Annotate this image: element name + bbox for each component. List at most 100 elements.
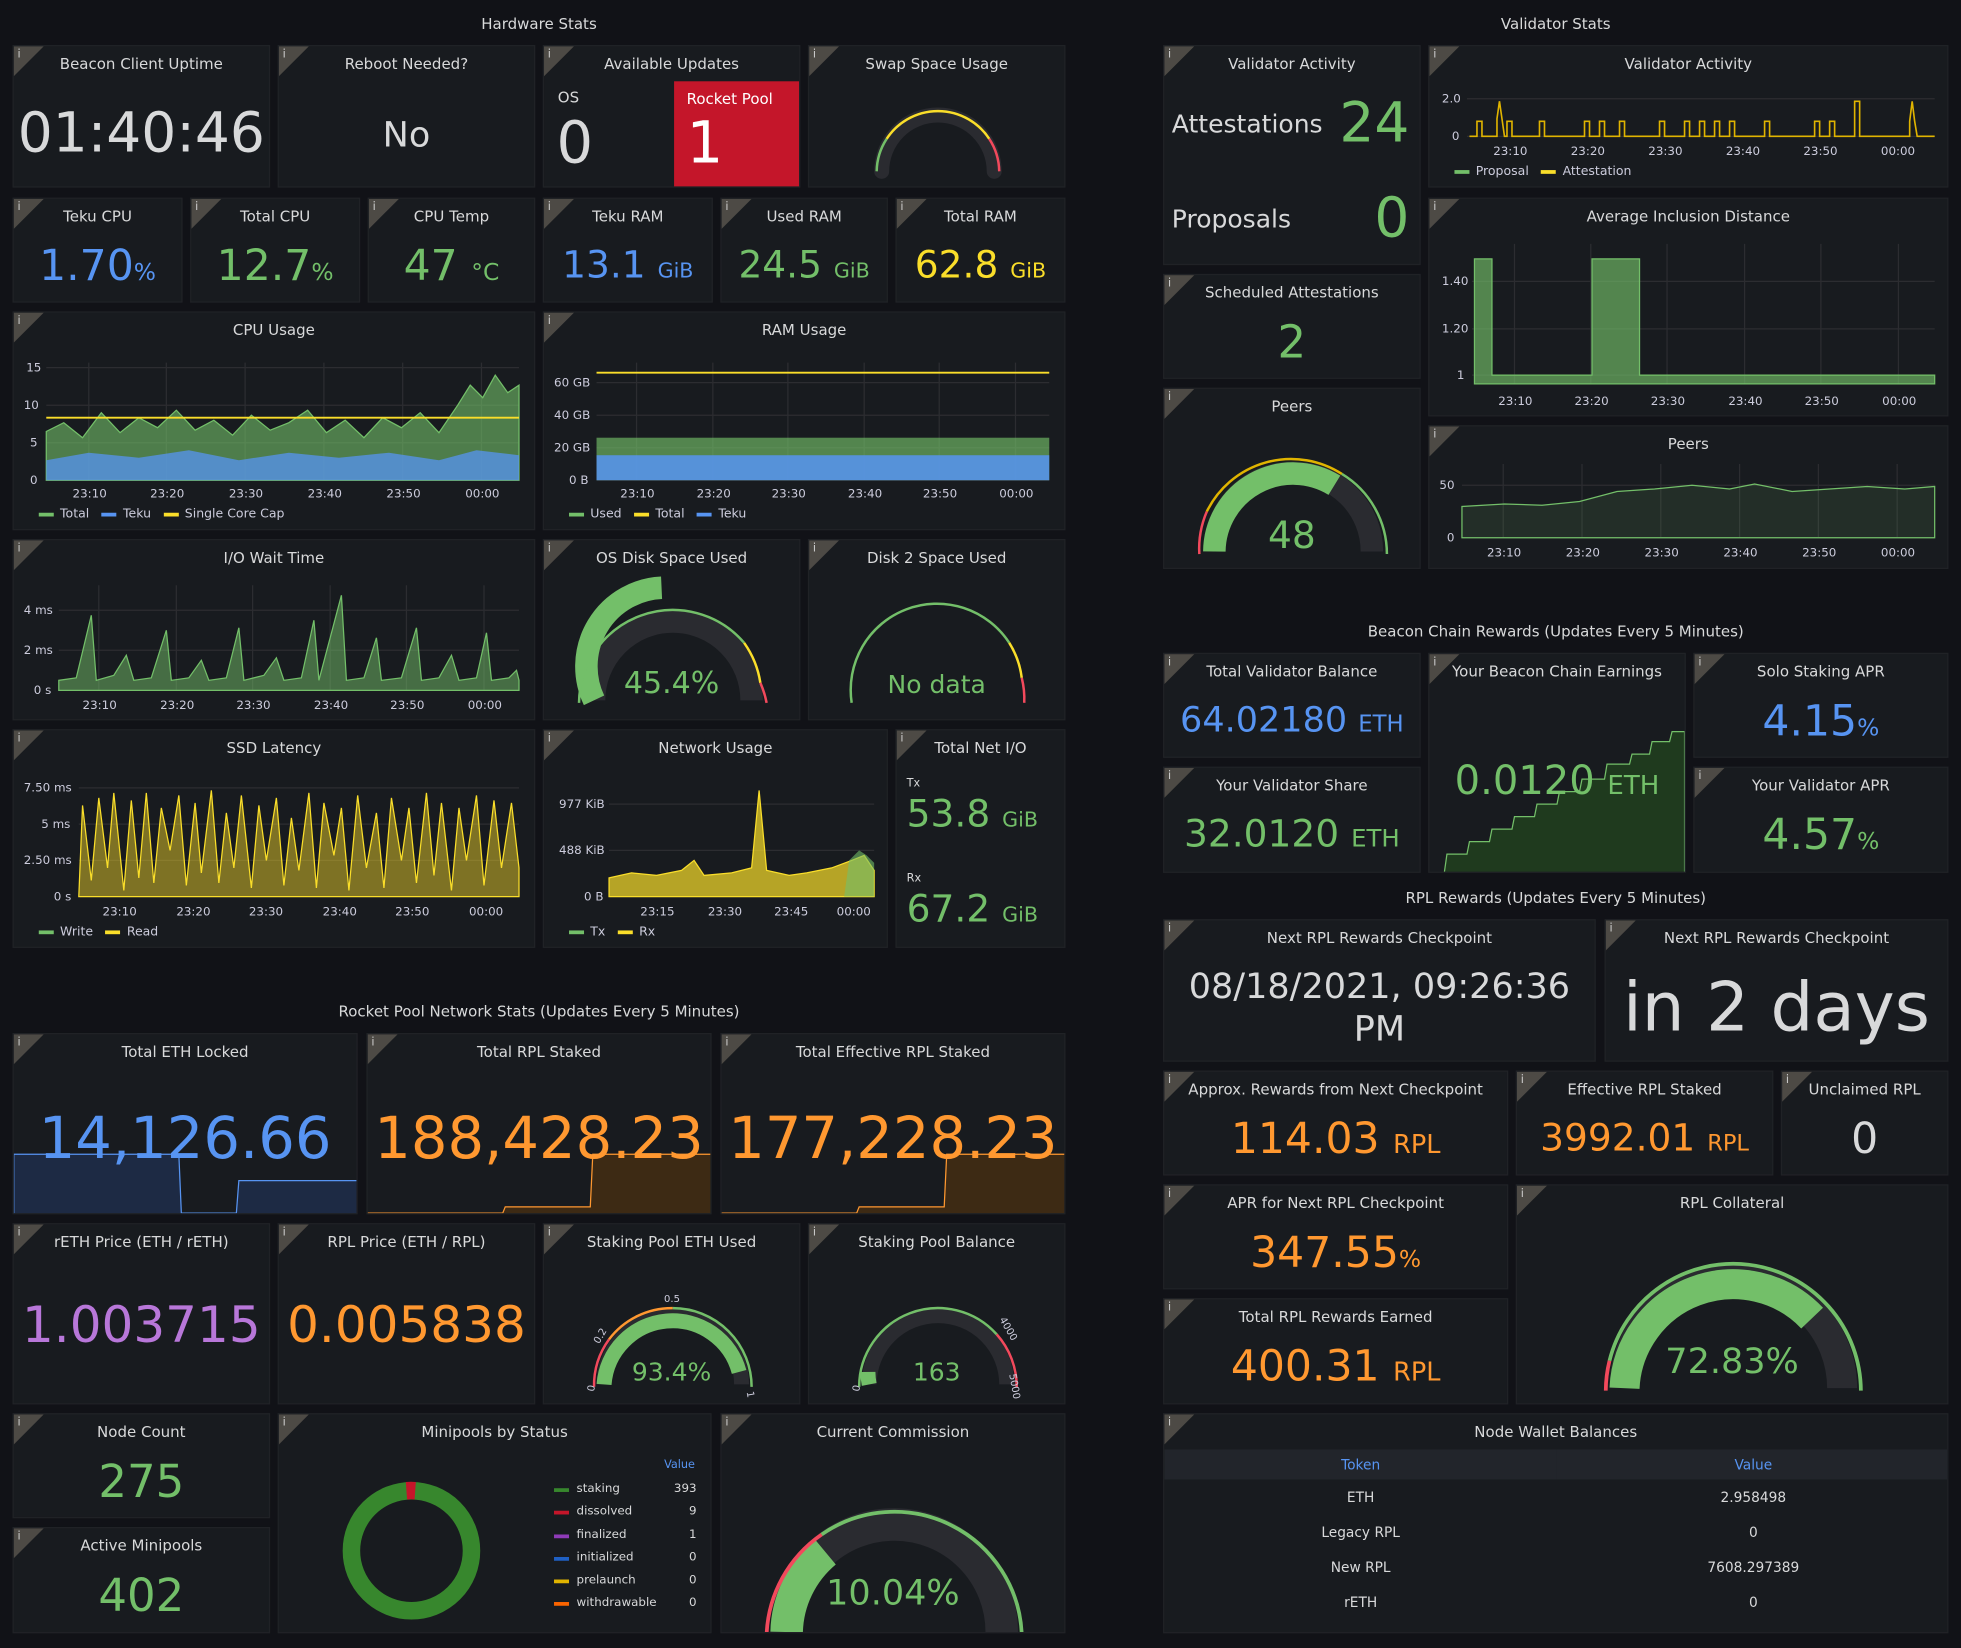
panel-inclusion-distance[interactable]: i Average Inclusion Distance 1.40 1.20 1… (1428, 197, 1949, 417)
stat-unit: % (133, 260, 156, 287)
x-tick: 23:50 (1805, 394, 1839, 408)
legend-item[interactable]: Total (38, 508, 89, 522)
legend-item[interactable]: Attestation (1541, 165, 1631, 179)
legend-item[interactable]: Rx (617, 925, 655, 939)
legend-item[interactable]: Tx (569, 925, 605, 939)
x-tick: 23:10 (73, 487, 107, 501)
panel-next-checkpoint-date[interactable]: i Next RPL Rewards Checkpoint 08/18/2021… (1163, 919, 1596, 1062)
panel-beacon-uptime[interactable]: i Beacon Client Uptime 01:40:46 (12, 45, 271, 188)
panel-ssd-latency[interactable]: i SSD Latency 7.50 ms 5 ms 2.50 ms 0 s 2… (12, 729, 536, 948)
legend-item-prelaunch[interactable]: prelaunch 0 (554, 1573, 702, 1596)
panel-total-effective-rpl[interactable]: i Total Effective RPL Staked 177,228.23 (720, 1032, 1066, 1215)
panel-peers-gauge[interactable]: i Peers 48 (1163, 387, 1421, 570)
panel-staking-pool-eth-used[interactable]: i Staking Pool ETH Used 0 0.2 0.5 1 93.4… (542, 1223, 801, 1405)
panel-rpl-apr[interactable]: i APR for Next RPL Checkpoint 347.55% (1163, 1184, 1509, 1290)
legend-item-finalized[interactable]: finalized 1 (554, 1528, 702, 1551)
panel-cpu-usage[interactable]: i CPU Usage 15 10 5 0 23:10 23:20 23:30 … (12, 311, 536, 531)
x-tick: 23:40 (323, 904, 357, 918)
legend-item[interactable]: Used (569, 508, 622, 522)
panel-reth-price[interactable]: i rETH Price (ETH / rETH) 1.003715 (12, 1223, 271, 1405)
value-cell: 0 (1748, 1523, 1758, 1541)
stat-value: 2 (1277, 317, 1307, 369)
legend-label: Proposal (1475, 165, 1529, 179)
section-rpl-rewards[interactable]: RPL Rewards (Updates Every 5 Minutes) (1163, 889, 1948, 907)
y-tick: 2.0 (1442, 92, 1461, 106)
y-tick: 977 KiB (559, 797, 605, 811)
panel-approx-rewards[interactable]: i Approx. Rewards from Next Checkpoint 1… (1163, 1070, 1509, 1176)
gauge-value: 163 (912, 1356, 961, 1387)
panel-total-net-io[interactable]: i Total Net I/O Tx 53.8 GiB Rx 67.2 GiB (895, 729, 1066, 948)
panel-title: Next RPL Rewards Checkpoint (1266, 929, 1493, 947)
token-cell: rETH (1344, 1593, 1378, 1611)
panel-next-checkpoint-relative[interactable]: i Next RPL Rewards Checkpoint in 2 days (1604, 919, 1949, 1062)
section-hardware-stats[interactable]: Hardware Stats (13, 15, 1066, 33)
panel-reboot-needed[interactable]: i Reboot Needed? No (277, 45, 536, 188)
panel-active-minipools[interactable]: i Active Minipools 402 (12, 1526, 271, 1634)
panel-total-validator-balance[interactable]: i Total Validator Balance 64.02180 ETH (1163, 652, 1421, 758)
panel-total-ram[interactable]: i Total RAM 62.8 GiB (895, 197, 1066, 303)
panel-teku-cpu[interactable]: i Teku CPU 1.70% (12, 197, 183, 303)
panel-total-rpl-staked[interactable]: i Total RPL Staked 188,428.23 (366, 1032, 712, 1215)
panel-node-count[interactable]: i Node Count 275 (12, 1413, 271, 1519)
panel-cpu-temp[interactable]: i CPU Temp 47 °C (367, 197, 536, 303)
legend-item[interactable]: Single Core Cap (163, 508, 284, 522)
panel-os-disk[interactable]: i OS Disk Space Used 45.4% (542, 539, 801, 721)
panel-io-wait[interactable]: i I/O Wait Time 4 ms 2 ms 0 s 23:10 23:2… (12, 539, 536, 721)
panel-validator-activity-chart[interactable]: i Validator Activity 2.0 0 23:10 23:20 2… (1428, 45, 1949, 188)
x-tick: 23:40 (1723, 546, 1757, 560)
section-beacon-rewards[interactable]: Beacon Chain Rewards (Updates Every 5 Mi… (1163, 623, 1948, 641)
panel-scheduled-attestations[interactable]: i Scheduled Attestations 2 (1163, 273, 1421, 379)
legend-item[interactable]: Proposal (1454, 165, 1529, 179)
panel-rpl-price[interactable]: i RPL Price (ETH / RPL) 0.005838 (277, 1223, 536, 1405)
panel-solo-apr[interactable]: i Solo Staking APR 4.15% (1693, 652, 1949, 758)
column-header-token[interactable]: Token (1164, 1449, 1557, 1479)
section-network-stats[interactable]: Rocket Pool Network Stats (Updates Every… (13, 1003, 1066, 1021)
panel-node-wallet-balances[interactable]: i Node Wallet Balances Token Value ETH 2.… (1163, 1413, 1949, 1634)
x-tick: 23:50 (923, 487, 957, 501)
legend-item[interactable]: Teku (697, 508, 746, 522)
legend-item[interactable]: Total (634, 508, 685, 522)
panel-unclaimed-rpl[interactable]: i Unclaimed RPL 0 (1780, 1070, 1949, 1176)
panel-peers-chart[interactable]: i Peers 50 0 23:10 23:20 23:30 23:40 23:… (1428, 425, 1949, 570)
panel-swap-usage[interactable]: i Swap Space Usage (807, 45, 1066, 188)
gauge-tick: 0.5 (664, 1294, 680, 1305)
panel-rpl-collateral[interactable]: i RPL Collateral 72.83% (1515, 1184, 1949, 1405)
panel-current-commission[interactable]: i Current Commission 10.04% (720, 1413, 1066, 1634)
panel-effective-rpl-staked[interactable]: i Effective RPL Staked 3992.01 RPL (1515, 1070, 1774, 1176)
legend-item-dissolved[interactable]: dissolved 9 (554, 1505, 702, 1528)
panel-validator-share[interactable]: i Your Validator Share 32.0120 ETH (1163, 766, 1421, 873)
panel-validator-activity[interactable]: i Validator Activity Attestations 24 Pro… (1163, 45, 1421, 266)
panel-disk2[interactable]: i Disk 2 Space Used No data (807, 539, 1066, 721)
x-tick: 23:10 (103, 904, 137, 918)
panel-staking-pool-balance[interactable]: i Staking Pool Balance 0 4000 5000 163 (807, 1223, 1066, 1405)
legend-item-initialized[interactable]: initialized 0 (554, 1551, 702, 1574)
panel-total-cpu[interactable]: i Total CPU 12.7% (190, 197, 361, 303)
legend-value-header[interactable]: Value (664, 1459, 695, 1472)
legend-item[interactable]: Write (38, 925, 93, 939)
attestations-value: 24 (1339, 91, 1410, 156)
panel-your-apr[interactable]: i Your Validator APR 4.57% (1693, 766, 1949, 873)
column-header-value[interactable]: Value (1557, 1449, 1947, 1479)
panel-minipools-by-status[interactable]: i Minipools by Status Value staking 393 d… (277, 1413, 712, 1634)
legend-item-staking[interactable]: staking 393 (554, 1482, 702, 1505)
panel-ram-usage[interactable]: i RAM Usage 60 GB 40 GB 20 GB 0 B 23:10 … (542, 311, 1066, 531)
checkpoint-time-suffix: PM (1353, 1007, 1406, 1050)
legend-item-withdrawable[interactable]: withdrawable 0 (554, 1596, 702, 1619)
panel-used-ram[interactable]: i Used RAM 24.5 GiB (720, 197, 888, 303)
x-tick: 23:30 (249, 904, 283, 918)
panel-network-usage[interactable]: i Network Usage 977 KiB 488 KiB 0 B 23:1… (542, 729, 888, 948)
panel-total-eth-locked[interactable]: i Total ETH Locked 14,126.66 (12, 1032, 358, 1215)
panel-beacon-earnings[interactable]: i Your Beacon Chain Earnings 0.0120 ETH (1428, 652, 1686, 873)
ram-usage-chart: 60 GB 40 GB 20 GB 0 B 23:10 23:20 23:30 … (554, 362, 1050, 501)
panel-available-updates[interactable]: i Available Updates OS 0 Rocket Pool 1 (542, 45, 801, 188)
stat-value: 188,428.23 (374, 1104, 704, 1172)
stat-value: 347.55 (1250, 1228, 1399, 1279)
stat-value: 12.7 (216, 241, 312, 292)
section-validator-stats[interactable]: Validator Stats (1163, 15, 1948, 33)
panel-teku-ram[interactable]: i Teku RAM 13.1 GiB (542, 197, 713, 303)
legend-item[interactable]: Teku (101, 508, 151, 522)
table-row: Legacy RPL 0 (1164, 1514, 1947, 1549)
panel-total-rpl-earned[interactable]: i Total RPL Rewards Earned 400.31 RPL (1163, 1298, 1509, 1405)
legend-item[interactable]: Read (105, 925, 158, 939)
panel-title: Available Updates (604, 55, 740, 73)
